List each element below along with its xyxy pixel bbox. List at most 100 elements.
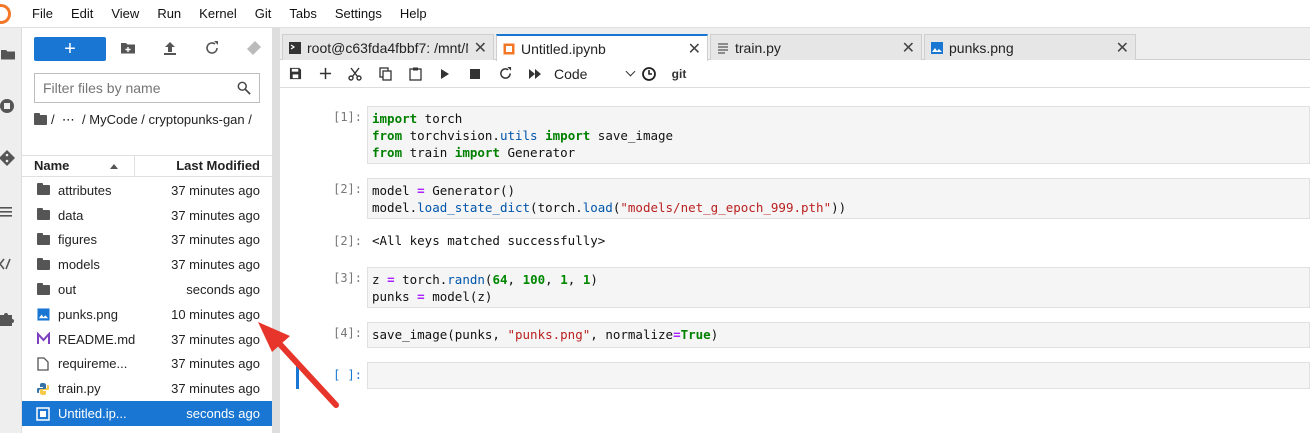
column-name-header[interactable]: Name xyxy=(22,156,135,176)
file-browser: + / ⋯ / MyCode / cryptopunks-gan / Name … xyxy=(22,28,272,433)
paste-button[interactable] xyxy=(400,60,430,88)
run-icon xyxy=(441,68,449,79)
sidebar-splitter[interactable] xyxy=(272,28,280,433)
new-launcher-button[interactable]: + xyxy=(34,37,106,61)
save-button[interactable] xyxy=(280,60,310,88)
chevron-down-icon xyxy=(625,66,636,76)
toc-icon[interactable] xyxy=(0,204,16,220)
run-button[interactable] xyxy=(430,60,460,88)
running-icon[interactable] xyxy=(0,98,16,114)
column-modified-header[interactable]: Last Modified xyxy=(135,156,272,176)
cell-prompt: [1]: xyxy=(333,110,362,124)
tab-train-py[interactable]: train.py ✕ xyxy=(710,34,922,60)
cell-prompt: [2]: xyxy=(333,182,362,196)
code-editor[interactable]: save_image(punks, "punks.png", normalize… xyxy=(367,322,1310,348)
tab-close-icon[interactable]: ✕ xyxy=(1110,38,1129,58)
notebook-icon xyxy=(503,43,515,54)
folder-icon xyxy=(36,232,50,247)
tab-close-icon[interactable]: ✕ xyxy=(468,38,487,58)
file-row-models[interactable]: models 37 minutes ago xyxy=(22,252,272,277)
folder-icon xyxy=(36,208,50,222)
scissors-icon xyxy=(348,67,362,81)
insert-cell-button[interactable] xyxy=(310,60,340,88)
file-row-out[interactable]: out seconds ago xyxy=(22,277,272,302)
fast-forward-icon xyxy=(529,68,541,79)
menu-settings[interactable]: Settings xyxy=(326,6,391,21)
notebook-icon xyxy=(36,406,50,421)
menu-edit[interactable]: Edit xyxy=(62,6,102,21)
file-row-punks-png[interactable]: punks.png 10 minutes ago xyxy=(22,302,272,327)
paste-icon xyxy=(408,67,422,81)
clock-button[interactable] xyxy=(634,60,664,88)
refresh-icon[interactable] xyxy=(204,40,220,56)
folder-icon[interactable] xyxy=(0,46,16,62)
menu-git[interactable]: Git xyxy=(246,6,281,21)
code-editor[interactable]: import torch from torchvision.utils impo… xyxy=(367,106,1310,164)
file-list: attributes 37 minutes ago data 37 minute… xyxy=(22,178,272,426)
refresh-icon xyxy=(499,67,511,79)
jupyter-logo-icon[interactable] xyxy=(0,0,22,28)
folder-icon xyxy=(36,282,50,297)
file-row-data[interactable]: data 37 minutes ago xyxy=(22,203,272,228)
file-row-attributes[interactable]: attributes 37 minutes ago xyxy=(22,178,272,203)
tab-punks-png[interactable]: punks.png ✕ xyxy=(924,34,1136,60)
menu-tabs[interactable]: Tabs xyxy=(280,6,325,21)
menubar: File Edit View Run Kernel Git Tabs Setti… xyxy=(0,0,1310,28)
restart-run-all-button[interactable] xyxy=(520,60,550,88)
filter-files-input[interactable] xyxy=(43,80,237,96)
file-row-figures[interactable]: figures 37 minutes ago xyxy=(22,228,272,253)
file-icon xyxy=(36,357,50,371)
copy-icon xyxy=(378,66,392,81)
new-folder-icon[interactable] xyxy=(120,40,136,56)
file-row-readme[interactable]: README.md 37 minutes ago xyxy=(22,327,272,352)
folder-icon xyxy=(36,257,50,272)
output-prompt: [2]: xyxy=(333,234,362,248)
sort-ascending-icon xyxy=(110,164,118,169)
git-icon[interactable] xyxy=(0,150,16,166)
breadcrumb-path[interactable]: / ⋯ / MyCode / cryptopunks-gan / xyxy=(51,112,252,127)
cell-prompt: [4]: xyxy=(333,326,362,340)
tab-bar: root@c63fda4fbbf7: /mnt/M ✕ Untitled.ipy… xyxy=(280,28,1310,61)
file-row-requirements[interactable]: requireme... 37 minutes ago xyxy=(22,352,272,377)
upload-icon[interactable] xyxy=(162,40,178,56)
menu-kernel[interactable]: Kernel xyxy=(190,6,246,21)
cut-button[interactable] xyxy=(340,60,370,88)
image-icon xyxy=(931,41,943,54)
notebook-cells: [1]: import torch from torchvision.utils… xyxy=(280,89,1310,433)
code-editor[interactable]: model = Generator() model.load_state_dic… xyxy=(367,178,1310,219)
tab-close-icon[interactable]: ✕ xyxy=(896,38,915,58)
file-row-untitled-ipynb[interactable]: Untitled.ip... seconds ago xyxy=(22,401,272,426)
code-editor[interactable] xyxy=(367,362,1310,389)
save-icon xyxy=(289,67,301,80)
image-icon xyxy=(36,307,50,321)
file-browser-toolbar: + xyxy=(22,28,272,68)
menu-run[interactable]: Run xyxy=(148,6,190,21)
text-file-icon xyxy=(718,42,728,54)
git-button[interactable]: git xyxy=(664,60,694,88)
tab-untitled-ipynb[interactable]: Untitled.ipynb ✕ xyxy=(496,34,708,61)
breadcrumb[interactable]: / ⋯ / MyCode / cryptopunks-gan / xyxy=(34,111,260,129)
restart-button[interactable] xyxy=(490,60,520,88)
git-clone-icon[interactable] xyxy=(246,40,262,56)
stop-icon xyxy=(470,68,480,79)
code-icon[interactable] xyxy=(0,256,16,272)
interrupt-button[interactable] xyxy=(460,60,490,88)
filter-files-field[interactable] xyxy=(34,73,260,103)
code-editor[interactable]: z = torch.randn(64, 100, 1, 1) punks = m… xyxy=(367,267,1310,308)
python-icon xyxy=(36,382,50,396)
search-icon xyxy=(237,81,251,95)
menu-view[interactable]: View xyxy=(102,6,148,21)
tab-terminal[interactable]: root@c63fda4fbbf7: /mnt/M ✕ xyxy=(282,34,494,60)
tab-close-icon[interactable]: ✕ xyxy=(682,39,701,59)
terminal-icon xyxy=(289,41,301,54)
file-row-train-py[interactable]: train.py 37 minutes ago xyxy=(22,376,272,401)
clock-icon xyxy=(642,66,656,81)
extension-icon[interactable] xyxy=(0,310,16,326)
file-list-header: Name Last Modified xyxy=(22,155,272,177)
markdown-icon xyxy=(36,332,50,346)
menu-file[interactable]: File xyxy=(22,6,62,21)
cell-type-dropdown[interactable]: Code xyxy=(554,66,636,82)
menu-help[interactable]: Help xyxy=(391,6,436,21)
home-folder-icon[interactable] xyxy=(34,113,47,125)
copy-button[interactable] xyxy=(370,60,400,88)
